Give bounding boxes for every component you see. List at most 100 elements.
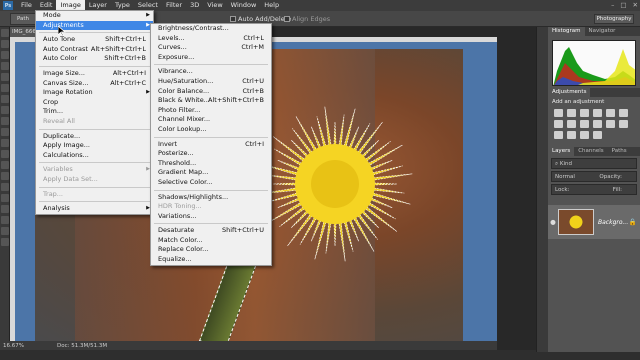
- menu-item-equalize[interactable]: Equalize...: [151, 255, 271, 265]
- threshold-icon[interactable]: [567, 131, 576, 139]
- photo-filter-icon[interactable]: [580, 120, 589, 128]
- type-tool-icon[interactable]: [1, 194, 9, 202]
- brightness-icon[interactable]: [554, 109, 563, 117]
- healing-tool-icon[interactable]: [1, 95, 9, 103]
- blend-mode-select[interactable]: Normal: [555, 172, 575, 181]
- menu-item-image-size[interactable]: Image Size... Alt+Ctrl+I: [36, 69, 153, 79]
- menu-item-match-color[interactable]: Match Color...: [151, 236, 271, 246]
- menu-item-channel-mixer[interactable]: Channel Mixer...: [151, 115, 271, 125]
- menu-item-apply-image[interactable]: Apply Image...: [36, 141, 153, 151]
- marquee-tool-icon[interactable]: [1, 40, 9, 48]
- blur-tool-icon[interactable]: [1, 161, 9, 169]
- tab-histogram[interactable]: Histogram: [548, 27, 585, 36]
- color-lookup-icon[interactable]: [606, 120, 615, 128]
- shortcut-label: Alt+Shift+Ctrl+L: [90, 44, 146, 53]
- layer-filter-kind[interactable]: ⌕ Kind: [551, 158, 637, 169]
- menu-item-calculations[interactable]: Calculations...: [36, 151, 153, 161]
- menu-item-replace-color[interactable]: Replace Color...: [151, 245, 271, 255]
- menu-item-photo-filter[interactable]: Photo Filter...: [151, 106, 271, 116]
- curves-icon[interactable]: [580, 109, 589, 117]
- vibrance-icon[interactable]: [606, 109, 615, 117]
- levels-icon[interactable]: [567, 109, 576, 117]
- menu-item-adjustments[interactable]: Adjustments ▶: [36, 20, 153, 31]
- menu-item-variations[interactable]: Variations...: [151, 212, 271, 222]
- menu-item-crop[interactable]: Crop: [36, 98, 153, 108]
- lasso-tool-icon[interactable]: [1, 51, 9, 59]
- tab-channels[interactable]: Channels: [574, 147, 607, 156]
- path-mode-select[interactable]: Path: [10, 12, 36, 25]
- menu-item-black-white[interactable]: Black & White... Alt+Shift+Ctrl+B: [151, 96, 271, 106]
- tab-adjustments[interactable]: Adjustments: [548, 88, 591, 97]
- black-white-icon[interactable]: [567, 120, 576, 128]
- menu-item-mode[interactable]: Mode ▶: [36, 11, 153, 21]
- align-edges-checkbox[interactable]: Align Edges: [284, 15, 330, 23]
- eraser-tool-icon[interactable]: [1, 139, 9, 147]
- maximize-icon[interactable]: □: [620, 1, 626, 9]
- menu-item-auto-tone[interactable]: Auto Tone Shift+Ctrl+L: [36, 35, 153, 45]
- menu-file[interactable]: File: [17, 0, 36, 11]
- menu-item-curves[interactable]: Curves... Ctrl+M: [151, 43, 271, 53]
- zoom-tool-icon[interactable]: [1, 238, 9, 246]
- hue-saturation-icon[interactable]: [619, 109, 628, 117]
- shape-tool-icon[interactable]: [1, 216, 9, 224]
- submenu-arrow-icon: ▶: [146, 12, 150, 18]
- eyedropper-tool-icon[interactable]: [1, 84, 9, 92]
- menu-filter[interactable]: Filter: [162, 0, 186, 11]
- menu-item-auto-contrast[interactable]: Auto Contrast Alt+Shift+Ctrl+L: [36, 45, 153, 55]
- menu-item-trim[interactable]: Trim...: [36, 107, 153, 117]
- menu-item-selective-color[interactable]: Selective Color...: [151, 178, 271, 188]
- gradient-map-icon[interactable]: [580, 131, 589, 139]
- menu-item-image-rotation[interactable]: Image Rotation ▶: [36, 88, 153, 98]
- eye-icon[interactable]: ●: [548, 218, 558, 226]
- channel-mixer-icon[interactable]: [593, 120, 602, 128]
- menu-item-exposure[interactable]: Exposure...: [151, 53, 271, 63]
- invert-icon[interactable]: [619, 120, 628, 128]
- menu-item-brightness-contrast[interactable]: Brightness/Contrast...: [151, 24, 271, 34]
- tab-layers[interactable]: Layers: [548, 147, 575, 156]
- tab-paths[interactable]: Paths: [608, 147, 631, 156]
- menu-item-color-lookup[interactable]: Color Lookup...: [151, 125, 271, 135]
- path-select-tool-icon[interactable]: [1, 205, 9, 213]
- selective-color-icon[interactable]: [593, 131, 602, 139]
- menu-item-vibrance[interactable]: Vibrance...: [151, 67, 271, 77]
- exposure-icon[interactable]: [593, 109, 602, 117]
- menu-item-shadows-highlights[interactable]: Shadows/Highlights...: [151, 193, 271, 203]
- menu-item-label: Auto Contrast: [43, 44, 88, 53]
- hand-tool-icon[interactable]: [1, 227, 9, 235]
- color-balance-icon[interactable]: [554, 120, 563, 128]
- menu-window[interactable]: Window: [227, 0, 261, 11]
- posterize-icon[interactable]: [554, 131, 563, 139]
- menu-item-color-balance[interactable]: Color Balance... Ctrl+B: [151, 87, 271, 97]
- menu-item-threshold[interactable]: Threshold...: [151, 159, 271, 169]
- close-icon[interactable]: ✕: [633, 1, 638, 9]
- dodge-tool-icon[interactable]: [1, 172, 9, 180]
- move-tool-icon[interactable]: [1, 29, 9, 37]
- menu-3d[interactable]: 3D: [186, 0, 203, 11]
- menu-item-levels[interactable]: Levels... Ctrl+L: [151, 34, 271, 44]
- crop-tool-icon[interactable]: [1, 73, 9, 81]
- menu-view[interactable]: View: [203, 0, 226, 11]
- zoom-level[interactable]: 16.67%: [3, 343, 33, 349]
- pen-tool-icon[interactable]: [1, 183, 9, 191]
- menu-item-posterize[interactable]: Posterize...: [151, 149, 271, 159]
- menu-item-desaturate[interactable]: Desaturate Shift+Ctrl+U: [151, 226, 271, 236]
- menu-help[interactable]: Help: [260, 0, 283, 11]
- menu-item-duplicate[interactable]: Duplicate...: [36, 132, 153, 142]
- menu-item-label: Replace Color...: [158, 245, 209, 254]
- tab-navigator[interactable]: Navigator: [585, 27, 620, 36]
- layer-background[interactable]: ● Backgro... 🔒: [548, 205, 640, 239]
- history-brush-icon[interactable]: [1, 128, 9, 136]
- menu-item-analysis[interactable]: Analysis ▶: [36, 204, 153, 214]
- menu-item-gradient-map[interactable]: Gradient Map...: [151, 168, 271, 178]
- gradient-tool-icon[interactable]: [1, 150, 9, 158]
- auto-add-delete-checkbox[interactable]: Auto Add/Delete: [230, 15, 291, 23]
- stamp-tool-icon[interactable]: [1, 117, 9, 125]
- brush-tool-icon[interactable]: [1, 106, 9, 114]
- menu-item-hue-saturation[interactable]: Hue/Saturation... Ctrl+U: [151, 77, 271, 87]
- workspace-select[interactable]: Photography: [594, 14, 634, 24]
- menu-item-canvas-size[interactable]: Canvas Size... Alt+Ctrl+C: [36, 79, 153, 89]
- menu-item-invert[interactable]: Invert Ctrl+I: [151, 140, 271, 150]
- quick-select-tool-icon[interactable]: [1, 62, 9, 70]
- minimize-icon[interactable]: –: [611, 1, 614, 9]
- menu-item-auto-color[interactable]: Auto Color Shift+Ctrl+B: [36, 54, 153, 64]
